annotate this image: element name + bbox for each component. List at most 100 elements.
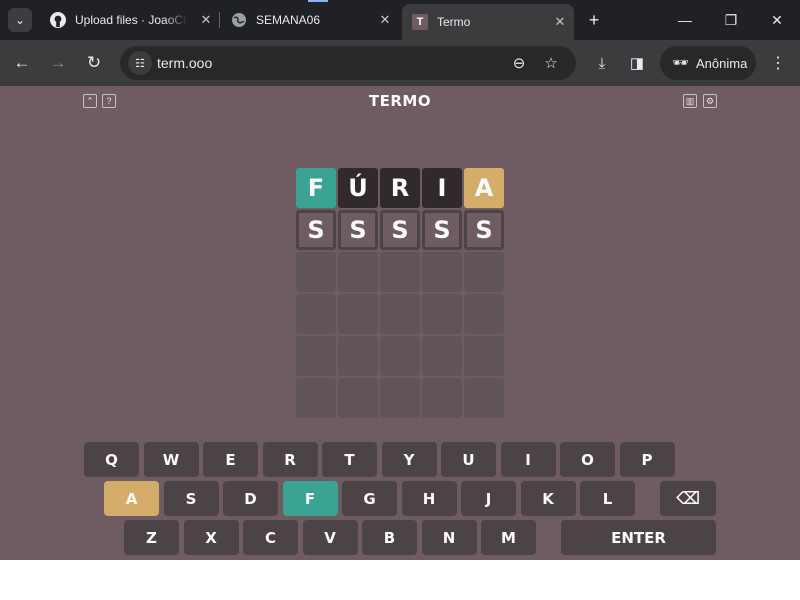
letter-tile [380,378,420,418]
letter-tile [296,294,336,334]
restore-button[interactable]: ❐ [716,8,746,32]
forward-button[interactable]: → [46,51,70,75]
downloads-button[interactable]: ⤓ [591,52,613,74]
key-k[interactable]: K [520,481,576,516]
page-title: TERMO [368,92,432,110]
letter-tile: A [464,168,504,208]
key-z[interactable]: Z [124,520,179,555]
tab-activity-indicator [308,0,328,2]
close-tab-icon[interactable]: ✕ [552,14,568,30]
tab-strip: ⌄ Upload files · JoaoCh ✕ SEMANA06 ✕ T T… [0,0,800,40]
letter-tile[interactable]: S [464,210,504,250]
new-tab-button[interactable]: + [584,10,604,30]
settings-button[interactable]: ⚙ [703,94,717,108]
key-a[interactable]: A [104,481,159,516]
stats-button[interactable]: ▥ [683,94,697,108]
enter-key[interactable]: ENTER [561,520,716,555]
game-board: FÚRIASSSSS [296,168,504,420]
letter-tile [464,378,504,418]
letter-tile [464,336,504,376]
key-n[interactable]: N [421,520,477,555]
arrow-right-icon: → [49,53,67,72]
github-icon [50,12,66,28]
key-l[interactable]: L [580,481,635,516]
tab-termo[interactable]: T Termo ✕ [402,4,574,40]
letter-tile: I [422,168,462,208]
key-j[interactable]: J [461,481,516,516]
zoom-out-icon: ⊖ [512,55,526,72]
tab-search-button[interactable]: ⌄ [8,8,32,32]
letter-tile [422,252,462,292]
more-vert-icon: ⋮ [770,55,786,72]
close-tab-icon[interactable]: ✕ [198,12,214,28]
globe-icon [231,12,247,28]
key-t[interactable]: T [322,442,377,477]
browser-toolbar: ← → ↻ ☷ term.ooo ⊖ ☆ ⤓ ◨ 🕶 Anônima ⋮ [0,40,800,86]
key-v[interactable]: V [302,520,358,555]
minimize-icon: — [678,12,692,28]
letter-tile[interactable]: S [296,210,336,250]
key-m[interactable]: M [481,520,536,555]
zoom-button[interactable]: ⊖ [509,53,529,73]
side-panel-icon: ◨ [629,55,645,72]
browser-menu-button[interactable]: ⋮ [768,52,788,74]
url-text[interactable]: term.ooo [157,55,212,71]
letter-tile [296,378,336,418]
letter-tile [464,252,504,292]
key-o[interactable]: O [560,442,615,477]
tab-title: Upload files · JoaoCh [75,13,187,27]
letter-tile [338,336,378,376]
site-info-button[interactable]: ☷ [128,51,152,75]
key-u[interactable]: U [441,442,496,477]
minimize-button[interactable]: — [670,8,700,32]
reload-button[interactable]: ↻ [82,51,106,75]
help-icon: ? [106,96,112,106]
mode-button[interactable]: ⌃ [83,94,97,108]
key-f[interactable]: F [282,481,338,516]
backspace-key[interactable]: ⌫ [660,481,716,516]
close-tab-icon[interactable]: ✕ [377,12,393,28]
download-icon: ⤓ [598,54,606,72]
key-e[interactable]: E [203,442,258,477]
tab-upload-files[interactable]: Upload files · JoaoCh ✕ [40,4,220,36]
letter-tile [380,336,420,376]
letter-tile [380,252,420,292]
close-window-button[interactable]: ✕ [762,8,792,32]
board-row [296,378,504,418]
key-q[interactable]: Q [84,442,139,477]
letter-tile [338,378,378,418]
key-p[interactable]: P [619,442,675,477]
back-button[interactable]: ← [10,51,34,75]
letter-tile [422,294,462,334]
board-row [296,336,504,376]
key-i[interactable]: I [500,442,556,477]
key-b[interactable]: B [362,520,417,555]
key-w[interactable]: W [143,442,199,477]
letter-tile [464,294,504,334]
key-s[interactable]: S [163,481,219,516]
key-g[interactable]: G [342,481,397,516]
incognito-profile-button[interactable]: 🕶 Anônima [660,46,756,80]
key-y[interactable]: Y [381,442,437,477]
key-d[interactable]: D [223,481,278,516]
key-c[interactable]: C [243,520,298,555]
address-bar[interactable]: ☷ term.ooo ⊖ ☆ [120,46,576,80]
side-panel-button[interactable]: ◨ [626,52,648,74]
letter-tile[interactable]: S [380,210,420,250]
help-button[interactable]: ? [102,94,116,108]
letter-tile [296,252,336,292]
gear-icon: ⚙ [705,95,715,106]
bookmark-button[interactable]: ☆ [541,53,561,73]
key-r[interactable]: R [262,442,318,477]
star-icon: ☆ [544,55,558,72]
arrow-left-icon: ← [13,53,31,72]
key-h[interactable]: H [401,481,457,516]
key-x[interactable]: X [183,520,239,555]
letter-tile: Ú [338,168,378,208]
letter-tile[interactable]: S [338,210,378,250]
letter-tile [422,378,462,418]
letter-tile [380,294,420,334]
letter-tile[interactable]: S [422,210,462,250]
tab-title: SEMANA06 [256,13,321,27]
tab-semana06[interactable]: SEMANA06 ✕ [221,4,399,36]
